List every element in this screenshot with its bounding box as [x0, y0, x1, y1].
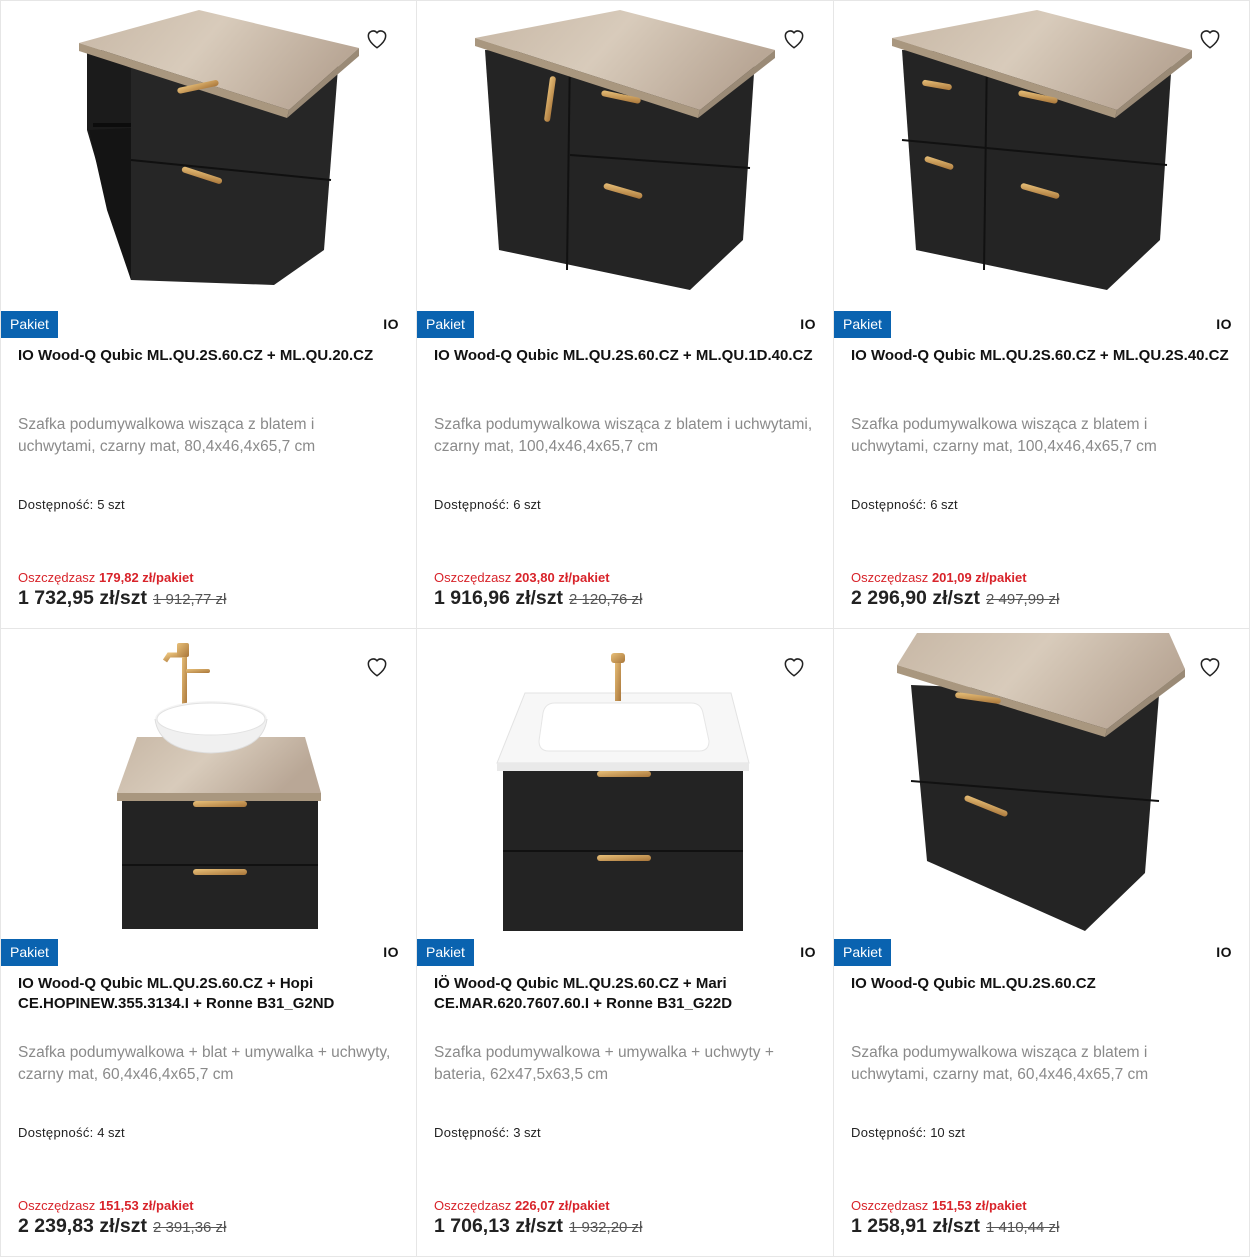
- brand-logo: IO: [1216, 944, 1232, 960]
- product-title-link[interactable]: IÖ Wood-Q Qubic ML.QU.2S.60.CZ + Mari CE…: [434, 974, 813, 1014]
- availability-value: 4 szt: [97, 1125, 125, 1140]
- savings: Oszczędzasz 179,82 zł/pakiet: [18, 570, 194, 585]
- product-card[interactable]: Pakiet IO IO Wood-Q Qubic ML.QU.2S.60.CZ…: [1, 1, 416, 628]
- current-price: 1 258,91 zł/szt: [851, 1215, 980, 1237]
- package-badge: Pakiet: [834, 311, 891, 338]
- availability: Dostępność: 3 szt: [434, 1125, 541, 1140]
- brand-logo: IO: [383, 944, 399, 960]
- product-grid: Pakiet IO IO Wood-Q Qubic ML.QU.2S.60.CZ…: [0, 0, 1250, 1257]
- availability: Dostępność: 5 szt: [18, 497, 125, 512]
- savings-value: 151,53 zł/pakiet: [98, 1198, 194, 1213]
- savings: Oszczędzasz 201,09 zł/pakiet: [851, 570, 1027, 585]
- product-image[interactable]: [834, 1, 1249, 309]
- brand-logo: IO: [383, 316, 399, 332]
- availability-label: Dostępność:: [18, 497, 94, 512]
- product-description: Szafka podumywalkowa wisząca z blatem i …: [434, 416, 813, 455]
- product-title-link[interactable]: IO Wood-Q Qubic ML.QU.2S.60.CZ + Hopi CE…: [18, 974, 396, 1014]
- savings-label: Oszczędzasz: [18, 1198, 96, 1213]
- availability-label: Dostępność:: [851, 497, 927, 512]
- availability-value: 10 szt: [930, 1125, 965, 1140]
- product-image[interactable]: [834, 629, 1249, 937]
- savings-label: Oszczędzasz: [851, 570, 929, 585]
- current-price: 1 916,96 zł/szt: [434, 587, 563, 609]
- product-image[interactable]: [1, 629, 416, 937]
- availability-value: 5 szt: [97, 497, 125, 512]
- savings-value: 151,53 zł/pakiet: [931, 1198, 1027, 1213]
- product-description: Szafka podumywalkowa wisząca z blatem i …: [851, 1044, 1149, 1083]
- current-price: 2 296,90 zł/szt: [851, 587, 980, 609]
- availability-label: Dostępność:: [434, 1125, 510, 1140]
- product-title-link[interactable]: IO Wood-Q Qubic ML.QU.2S.60.CZ + ML.QU.1…: [434, 346, 813, 366]
- savings: Oszczędzasz 226,07 zł/pakiet: [434, 1198, 610, 1213]
- savings: Oszczędzasz 151,53 zł/pakiet: [18, 1198, 194, 1213]
- current-price: 1 706,13 zł/szt: [434, 1215, 563, 1237]
- availability-value: 3 szt: [513, 1125, 541, 1140]
- availability-label: Dostępność:: [434, 497, 510, 512]
- product-card[interactable]: Pakiet IO IO Wood-Q Qubic ML.QU.2S.60.CZ…: [834, 1, 1249, 628]
- heart-icon[interactable]: [1197, 653, 1223, 679]
- savings-value: 179,82 zł/pakiet: [98, 570, 194, 585]
- price: 1 916,96 zł/szt 2 120,76 zł: [434, 587, 642, 610]
- heart-icon[interactable]: [364, 653, 390, 679]
- availability: Dostępność: 10 szt: [851, 1125, 965, 1140]
- old-price: 1 932,20 zł: [569, 1219, 643, 1236]
- brand-logo: IO: [800, 944, 816, 960]
- price: 2 296,90 zł/szt 2 497,99 zł: [851, 587, 1059, 610]
- old-price: 1 912,77 zł: [153, 591, 227, 608]
- heart-icon[interactable]: [781, 653, 807, 679]
- availability-value: 6 szt: [930, 497, 958, 512]
- product-title-link[interactable]: IO Wood-Q Qubic ML.QU.2S.60.CZ + ML.QU.2…: [18, 346, 396, 366]
- old-price: 2 120,76 zł: [569, 591, 643, 608]
- availability-value: 6 szt: [513, 497, 541, 512]
- availability: Dostępność: 6 szt: [434, 497, 541, 512]
- product-description: Szafka podumywalkowa + blat + umywalka +…: [18, 1044, 391, 1083]
- heart-icon[interactable]: [1197, 25, 1223, 51]
- price: 2 239,83 zł/szt 2 391,36 zł: [18, 1215, 226, 1238]
- availability-label: Dostępność:: [18, 1125, 94, 1140]
- old-price: 1 410,44 zł: [986, 1219, 1060, 1236]
- product-card[interactable]: Pakiet IO IO Wood-Q Qubic ML.QU.2S.60.CZ…: [1, 629, 416, 1256]
- heart-icon[interactable]: [364, 25, 390, 51]
- product-image[interactable]: [417, 1, 833, 309]
- old-price: 2 497,99 zł: [986, 591, 1060, 608]
- current-price: 2 239,83 zł/szt: [18, 1215, 147, 1237]
- product-card[interactable]: Pakiet IO IÖ Wood-Q Qubic ML.QU.2S.60.CZ…: [417, 629, 833, 1256]
- brand-logo: IO: [1216, 316, 1232, 332]
- price: 1 706,13 zł/szt 1 932,20 zł: [434, 1215, 642, 1238]
- product-title-link[interactable]: IO Wood-Q Qubic ML.QU.2S.60.CZ + ML.QU.2…: [851, 346, 1229, 366]
- savings: Oszczędzasz 203,80 zł/pakiet: [434, 570, 610, 585]
- savings-label: Oszczędzasz: [434, 570, 512, 585]
- product-card[interactable]: Pakiet IO IO Wood-Q Qubic ML.QU.2S.60.CZ…: [417, 1, 833, 628]
- availability: Dostępność: 6 szt: [851, 497, 958, 512]
- product-image[interactable]: [1, 1, 416, 309]
- current-price: 1 732,95 zł/szt: [18, 587, 147, 609]
- product-title-link[interactable]: IO Wood-Q Qubic ML.QU.2S.60.CZ: [851, 974, 1229, 994]
- package-badge: Pakiet: [834, 939, 891, 966]
- savings-value: 203,80 zł/pakiet: [514, 570, 610, 585]
- savings-label: Oszczędzasz: [18, 570, 96, 585]
- package-badge: Pakiet: [417, 311, 474, 338]
- product-image[interactable]: [417, 629, 833, 937]
- price: 1 258,91 zł/szt 1 410,44 zł: [851, 1215, 1059, 1238]
- availability-label: Dostępność:: [851, 1125, 927, 1140]
- product-description: Szafka podumywalkowa wisząca z blatem i …: [18, 416, 316, 455]
- savings: Oszczędzasz 151,53 zł/pakiet: [851, 1198, 1027, 1213]
- price: 1 732,95 zł/szt 1 912,77 zł: [18, 587, 226, 610]
- package-badge: Pakiet: [1, 311, 58, 338]
- savings-label: Oszczędzasz: [434, 1198, 512, 1213]
- availability: Dostępność: 4 szt: [18, 1125, 125, 1140]
- brand-logo: IO: [800, 316, 816, 332]
- product-description: Szafka podumywalkowa wisząca z blatem i …: [851, 416, 1157, 455]
- old-price: 2 391,36 zł: [153, 1219, 227, 1236]
- savings-label: Oszczędzasz: [851, 1198, 929, 1213]
- heart-icon[interactable]: [781, 25, 807, 51]
- savings-value: 226,07 zł/pakiet: [514, 1198, 610, 1213]
- savings-value: 201,09 zł/pakiet: [931, 570, 1027, 585]
- product-description: Szafka podumywalkowa + umywalka + uchwyt…: [434, 1044, 774, 1083]
- package-badge: Pakiet: [1, 939, 58, 966]
- product-card[interactable]: Pakiet IO IO Wood-Q Qubic ML.QU.2S.60.CZ…: [834, 629, 1249, 1256]
- package-badge: Pakiet: [417, 939, 474, 966]
